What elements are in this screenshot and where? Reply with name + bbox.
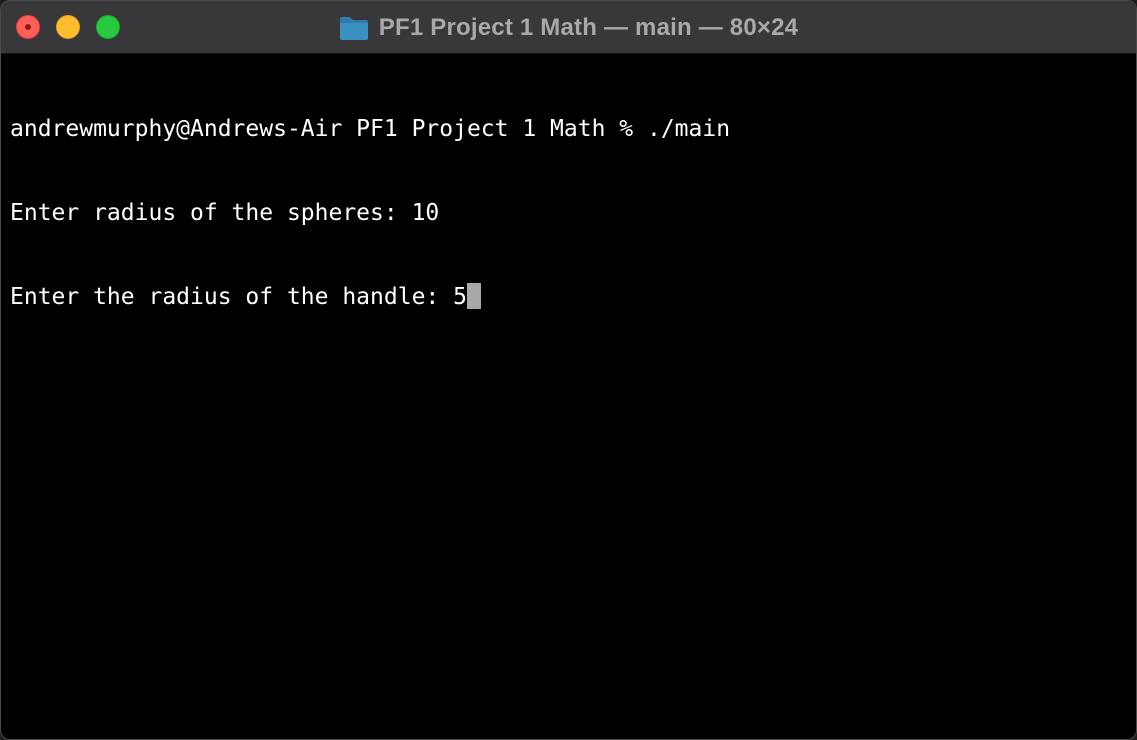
window-title-text: PF1 Project 1 Math — main — 80×24 [378,13,799,41]
window-title: PF1 Project 1 Math — main — 80×24 [1,1,1136,54]
terminal-content[interactable]: andrewmurphy@Andrews-Air PF1 Project 1 M… [1,55,1136,739]
terminal-line-sphere-input: Enter radius of the spheres: 10 [10,200,440,226]
text-cursor [466,283,481,309]
terminal-line-prompt: andrewmurphy@Andrews-Air PF1 Project 1 M… [10,116,731,142]
terminal-window: PF1 Project 1 Math — main — 80×24 andrew… [0,0,1137,740]
title-bar[interactable]: PF1 Project 1 Math — main — 80×24 [1,1,1136,54]
terminal-line-handle-input: Enter the radius of the handle: 5 [10,284,467,310]
folder-icon [339,16,368,40]
terminal-line-handle-input-row: Enter the radius of the handle: 5 [10,283,1136,311]
